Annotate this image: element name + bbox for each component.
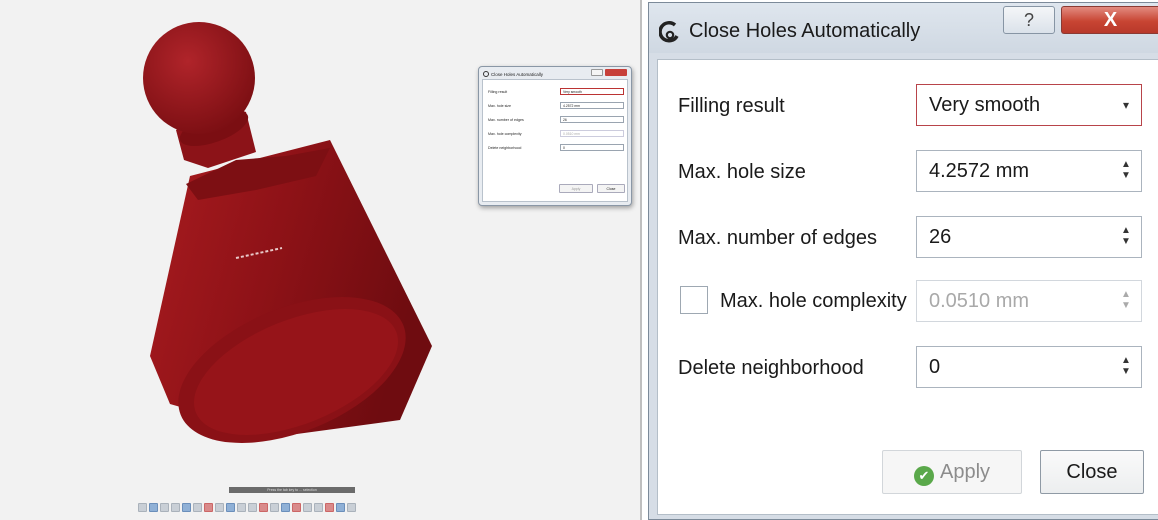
max-hole-size-value: 4.2572 mm	[929, 160, 1030, 182]
spin-up-icon[interactable]: ▲	[1121, 355, 1131, 366]
toolbar-tool-icon[interactable]	[215, 502, 224, 512]
delete-neighborhood-spinbox[interactable]: 0 ▲ ▼	[916, 346, 1142, 388]
toolbar-tool-icon[interactable]	[292, 502, 301, 512]
spin-down-icon: ▼	[1121, 300, 1131, 311]
toolbar-tool-icon[interactable]	[270, 502, 279, 512]
max-hole-complexity-value: 0.0510 mm	[929, 290, 1030, 312]
toolbar-tool-icon[interactable]	[259, 502, 268, 512]
panel-divider	[640, 0, 642, 520]
toolbar-tool-icon[interactable]	[193, 502, 202, 512]
dialog-panel: Filling result Very smooth ▾ Max. hole s…	[657, 59, 1158, 515]
toolbar-tool-icon[interactable]	[336, 502, 345, 512]
toolbar-tool-icon[interactable]	[138, 502, 147, 512]
mini-help-button	[591, 69, 603, 76]
close-holes-dialog: Close Holes Automatically ? X Filling re…	[648, 2, 1158, 520]
chevron-down-icon: ▾	[1122, 98, 1129, 112]
app-logo-icon	[659, 21, 679, 43]
spin-up-icon[interactable]: ▲	[1121, 225, 1131, 236]
mini-close-text-button: Close	[597, 184, 625, 193]
3d-viewport[interactable]: Close Holes Automatically Filling result…	[0, 0, 640, 520]
toolbar-tool-icon[interactable]	[347, 502, 356, 512]
mini-field-hole-size: 4.2572 mm	[560, 102, 624, 109]
max-hole-size-spinbox[interactable]: 4.2572 mm ▲ ▼	[916, 150, 1142, 192]
delete-neighborhood-label: Delete neighborhood	[678, 357, 864, 379]
spin-up-icon[interactable]: ▲	[1121, 159, 1131, 170]
viewport-tooltip: Press the tab key to ... selection	[229, 487, 355, 493]
toolbar-tool-icon[interactable]	[149, 502, 158, 512]
mini-label-filling: Filling result	[488, 90, 508, 94]
close-button[interactable]: Close	[1040, 450, 1144, 494]
spin-up-icon: ▲	[1121, 289, 1131, 300]
max-hole-complexity-label: Max. hole complexity	[720, 290, 907, 312]
max-hole-complexity-checkbox[interactable]	[680, 286, 708, 314]
spin-down-icon[interactable]: ▼	[1121, 170, 1131, 181]
filling-result-value: Very smooth	[929, 94, 1041, 116]
max-edges-label: Max. number of edges	[678, 227, 877, 249]
mini-label-hole-size: Max. hole size	[488, 104, 511, 108]
mini-close-button	[605, 69, 627, 76]
spin-arrows-icon: ▲ ▼	[1121, 289, 1131, 313]
filling-result-dropdown[interactable]: Very smooth ▾	[916, 84, 1142, 126]
max-hole-size-label: Max. hole size	[678, 161, 806, 183]
mini-field-edges: 26	[560, 116, 624, 123]
dialog-titlebar[interactable]: Close Holes Automatically ? X	[649, 3, 1158, 53]
toolbar-tool-icon[interactable]	[325, 502, 334, 512]
viewport-toolbar	[138, 500, 458, 514]
mini-field-complexity: 0.0510 mm	[560, 130, 624, 137]
mini-dialog-title: Close Holes Automatically	[491, 72, 544, 77]
toolbar-tool-icon[interactable]	[160, 502, 169, 512]
help-button[interactable]: ?	[1003, 6, 1055, 34]
model-ball	[143, 22, 255, 134]
mini-label-complexity: Max. hole complexity	[488, 132, 522, 136]
toolbar-tool-icon[interactable]	[303, 502, 312, 512]
toolbar-tool-icon[interactable]	[171, 502, 180, 512]
toolbar-tool-icon[interactable]	[248, 502, 257, 512]
mini-apply-button: Apply	[559, 184, 593, 193]
toolbar-tool-icon[interactable]	[182, 502, 191, 512]
filling-result-label: Filling result	[678, 95, 785, 117]
spin-arrows-icon[interactable]: ▲ ▼	[1121, 159, 1131, 183]
spin-down-icon[interactable]: ▼	[1121, 236, 1131, 247]
apply-button[interactable]: ✔ Apply	[882, 450, 1022, 494]
mini-dialog-body: Filling result Very smooth Max. hole siz…	[482, 79, 628, 202]
mini-label-neighborhood: Delete neighborhood	[488, 146, 522, 150]
mini-field-neighborhood: 0	[560, 144, 624, 151]
delete-neighborhood-value: 0	[929, 356, 941, 378]
apply-label: Apply	[939, 461, 991, 483]
mini-dialog-preview: Close Holes Automatically Filling result…	[478, 66, 632, 206]
toolbar-tool-icon[interactable]	[237, 502, 246, 512]
toolbar-tool-icon[interactable]	[314, 502, 323, 512]
toolbar-tool-icon[interactable]	[281, 502, 290, 512]
max-edges-spinbox[interactable]: 26 ▲ ▼	[916, 216, 1142, 258]
check-icon: ✔	[913, 466, 934, 486]
mini-field-filling: Very smooth	[560, 88, 624, 95]
max-hole-complexity-spinbox: 0.0510 mm ▲ ▼	[916, 280, 1142, 322]
spin-arrows-icon[interactable]: ▲ ▼	[1121, 355, 1131, 379]
window-close-button[interactable]: X	[1061, 6, 1158, 34]
spin-down-icon[interactable]: ▼	[1121, 366, 1131, 377]
app-logo-icon	[483, 71, 489, 77]
mini-label-edges: Max. number of edges	[488, 118, 524, 122]
max-edges-value: 26	[929, 226, 952, 248]
toolbar-tool-icon[interactable]	[226, 502, 235, 512]
toolbar-tool-icon[interactable]	[204, 502, 213, 512]
spin-arrows-icon[interactable]: ▲ ▼	[1121, 225, 1131, 249]
dialog-title: Close Holes Automatically	[689, 20, 921, 42]
